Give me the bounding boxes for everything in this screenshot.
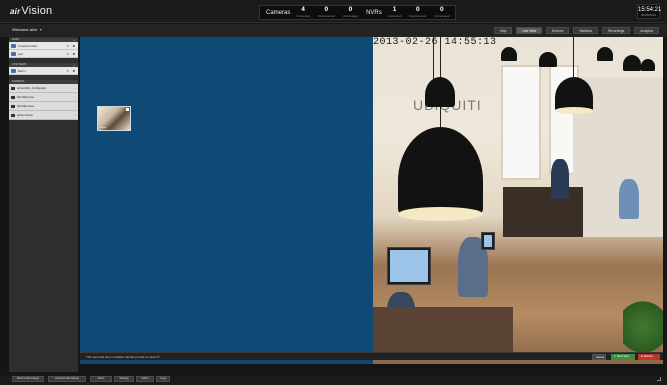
- stat-cameras-disconnected: 0 Disconnected: [317, 6, 335, 18]
- pendant-lamp: [641, 59, 655, 71]
- tab-settings[interactable]: Settings: [114, 376, 134, 382]
- tab-statistics[interactable]: Statistics: [573, 27, 599, 34]
- sidebar-item-map[interactable]: Lab ✎ ✖: [9, 50, 78, 58]
- main-tabs: Map Live View Devices Statistics Recordi…: [490, 27, 659, 34]
- save-view-button[interactable]: ✔ Save View: [611, 354, 635, 360]
- camera-icon: [11, 87, 15, 90]
- camera-icon: [11, 105, 15, 108]
- delete-icon[interactable]: ✖: [72, 50, 75, 58]
- chevron-right-icon: ›: [75, 95, 76, 99]
- top-bar: airVision Cameras 4 Connected 0 Disconnect…: [0, 0, 667, 23]
- sidebar-item-map[interactable]: 3 Camera View ✎ ✖: [9, 42, 78, 50]
- sidebar-item-view[interactable]: Map 1 ✎ ✖: [9, 67, 78, 75]
- sidebar-item-camera[interactable]: airCam Dome ›: [9, 111, 78, 120]
- camera-icon: [11, 114, 15, 117]
- person: [619, 179, 639, 219]
- pendant-lamp: [398, 127, 483, 217]
- pendant-lamp: [501, 47, 517, 61]
- stat-cameras-unmanaged: 0 Unmanaged: [342, 6, 359, 18]
- map-icon: [11, 52, 16, 56]
- plant: [623, 297, 663, 357]
- unsaved-view-bar: This view has been modified. Would you l…: [80, 352, 663, 360]
- chevron-right-icon: ›: [75, 104, 76, 108]
- sidebar-item-camera[interactable]: NE Office Area ›: [9, 93, 78, 102]
- sidebar-item-camera[interactable]: airCamMini - Refrigerator ›: [9, 84, 78, 93]
- tab-analytics[interactable]: Analytics: [634, 27, 659, 34]
- tab-map[interactable]: Map: [494, 27, 513, 34]
- close-icon[interactable]: [126, 108, 129, 111]
- pendant-lamp: [539, 52, 557, 67]
- tab-live-view[interactable]: Live View: [516, 27, 542, 34]
- camera-timestamp: 2013-02-26 14:55:13: [373, 37, 497, 48]
- user-menu[interactable]: Welcome airvi ▼: [12, 27, 43, 32]
- unsaved-message: This view has been modified. Would you l…: [86, 355, 160, 359]
- sidebar-item-camera[interactable]: SE Office Area ›: [9, 102, 78, 111]
- computer-monitor: [387, 247, 431, 285]
- delete-icon[interactable]: ✖: [72, 42, 75, 50]
- window: [501, 65, 541, 180]
- tab-recent-recordings[interactable]: Recent Recordings: [12, 376, 44, 382]
- desk: [373, 307, 513, 357]
- chevron-down-icon: ▼: [39, 28, 43, 32]
- pendant-lamp: [425, 77, 455, 107]
- resize-handle-icon[interactable]: [657, 377, 661, 381]
- chevron-right-icon: ›: [75, 86, 76, 90]
- edit-icon[interactable]: ✎: [66, 67, 69, 75]
- stat-nvrs-unmanaged: 0 Unmanaged: [434, 6, 450, 18]
- delete-icon[interactable]: ✖: [72, 67, 75, 75]
- clock: 15:54:21 02/26/2013: [637, 4, 661, 19]
- chevron-right-icon: ›: [75, 113, 76, 117]
- device-stats: Cameras 4 Connected 0 Disconnected 0 Unmana…: [259, 5, 457, 20]
- pendant-lamp: [597, 47, 613, 61]
- tab-recordings[interactable]: Recordings: [602, 27, 631, 34]
- cameras-label: Cameras: [266, 9, 291, 16]
- edit-icon[interactable]: ✎: [66, 42, 69, 50]
- bottom-bar: Recent Recordings Archived Recordings Al…: [0, 375, 667, 385]
- nvrs-label: NVRs: [366, 9, 382, 16]
- edit-icon[interactable]: ✎: [66, 50, 69, 58]
- tab-devices[interactable]: Devices: [546, 27, 570, 34]
- computer-monitor: [481, 232, 495, 250]
- tab-logs[interactable]: Logs: [156, 376, 170, 382]
- person: [551, 159, 569, 199]
- tab-alerts[interactable]: Alerts: [90, 376, 112, 382]
- view-icon: [11, 69, 16, 73]
- clock-date: 02/26/2013: [640, 13, 656, 17]
- camera-icon: [11, 96, 15, 99]
- tab-archived-recordings[interactable]: Archived Recordings: [48, 376, 86, 382]
- discard-button[interactable]: ✖ Discard: [638, 354, 660, 360]
- sub-bar: Welcome airvi ▼ Map Live View Devices Sta…: [0, 24, 667, 37]
- sidebar: MAPS + 3 Camera View ✎ ✖ Lab ✎ ✖ LIVE VIEWS + …: [9, 37, 79, 372]
- app-logo: airVision: [10, 5, 53, 17]
- desk: [503, 187, 583, 237]
- stat-nvrs-disconnected: 0 Disconnected: [409, 6, 427, 18]
- pendant-lamp: [623, 55, 641, 71]
- tab-admin[interactable]: Admin: [136, 376, 154, 382]
- live-view-canvas[interactable]: airCam: [80, 37, 373, 364]
- camera-thumbnail[interactable]: airCam: [97, 106, 131, 131]
- stat-cameras-connected: 4 Connected: [296, 6, 310, 18]
- cancel-button[interactable]: Cancel: [592, 354, 606, 360]
- map-icon: [11, 44, 16, 48]
- stat-nvrs-connected: 1 Connected: [387, 6, 402, 18]
- camera-feed[interactable]: UBIQUITI 2013-02-26 14:55:13: [373, 37, 663, 364]
